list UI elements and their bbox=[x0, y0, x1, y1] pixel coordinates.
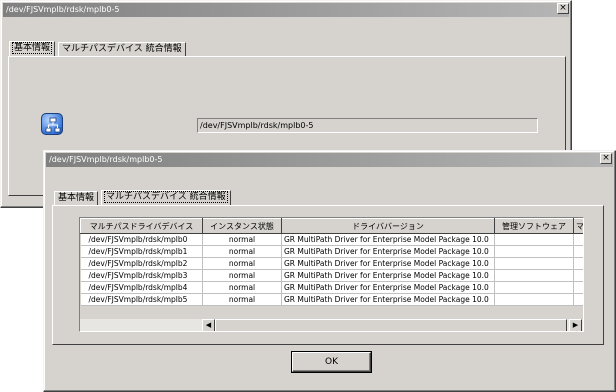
multipath-device-table: マルチパスドライバデバイス インスタンス状態 ドライババージョン 管理ソフトウェ… bbox=[79, 217, 584, 332]
scroll-right-button[interactable]: ▶ bbox=[569, 319, 582, 331]
front-window-title: /dev/FJSVmplb/rdsk/mplb0-5 bbox=[49, 155, 163, 164]
cell-state: normal bbox=[202, 233, 282, 246]
table-row[interactable]: /dev/FJSVmplb/rdsk/mplb4 normal GR Multi… bbox=[80, 281, 583, 294]
front-tab-multipath-info[interactable]: マルチパスデバイス 統合情報 bbox=[101, 190, 231, 205]
back-window-title: /dev/FJSVmplb/rdsk/mplb0-5 bbox=[6, 5, 120, 14]
ok-button[interactable]: OK bbox=[292, 352, 371, 372]
table-header-row: マルチパスドライバデバイス インスタンス状態 ドライババージョン 管理ソフトウェ… bbox=[80, 218, 583, 234]
back-window-close-button[interactable]: × bbox=[557, 3, 569, 14]
column-header-truncated[interactable]: マ bbox=[573, 218, 583, 234]
back-tab-basic-info-label: 基本情報 bbox=[11, 42, 53, 54]
cell-software bbox=[494, 281, 574, 294]
front-tab-basic-info-label: 基本情報 bbox=[58, 193, 95, 203]
cell-device: /dev/FJSVmplb/rdsk/mplb3 bbox=[80, 269, 203, 282]
cell-extra bbox=[573, 245, 583, 258]
back-tab-multipath-info[interactable]: マルチパスデバイス 統合情報 bbox=[58, 42, 186, 56]
back-tab-multipath-info-label: マルチパスデバイス 統合情報 bbox=[62, 44, 182, 54]
cell-extra bbox=[573, 269, 583, 282]
cell-state: normal bbox=[202, 257, 282, 270]
cell-software bbox=[494, 269, 574, 282]
cell-state: normal bbox=[202, 245, 282, 258]
cell-state: normal bbox=[202, 281, 282, 294]
cell-software bbox=[494, 257, 574, 270]
cell-software bbox=[494, 293, 574, 306]
cell-device: /dev/FJSVmplb/rdsk/mplb5 bbox=[80, 293, 203, 306]
cell-device: /dev/FJSVmplb/rdsk/mplb2 bbox=[80, 257, 203, 270]
column-header-instance-state[interactable]: インスタンス状態 bbox=[202, 218, 282, 234]
front-tab-multipath-info-label: マルチパスデバイス 統合情報 bbox=[104, 191, 228, 203]
cell-extra bbox=[573, 257, 583, 270]
cell-device: /dev/FJSVmplb/rdsk/mplb1 bbox=[80, 245, 203, 258]
scroll-left-button[interactable]: ◀ bbox=[202, 319, 215, 331]
cell-version: GR MultiPath Driver for Enterprise Model… bbox=[281, 281, 495, 294]
column-header-driver-version[interactable]: ドライババージョン bbox=[281, 218, 495, 234]
table-horizontal-scrollbar[interactable]: ◀ ▶ bbox=[80, 318, 583, 331]
cell-extra bbox=[573, 281, 583, 294]
scroll-thumb[interactable] bbox=[215, 319, 567, 331]
back-tab-basic-info[interactable]: 基本情報 bbox=[9, 41, 56, 56]
front-window: /dev/FJSVmplb/rdsk/mplb0-5 × 基本情報 マルチパスデ… bbox=[43, 150, 616, 392]
cell-version: GR MultiPath Driver for Enterprise Model… bbox=[281, 269, 495, 282]
cell-extra bbox=[573, 293, 583, 306]
column-header-management-software[interactable]: 管理ソフトウェア bbox=[494, 218, 574, 234]
front-window-titlebar[interactable]: /dev/FJSVmplb/rdsk/mplb0-5 bbox=[46, 153, 613, 167]
table-row[interactable]: /dev/FJSVmplb/rdsk/mplb0 normal GR Multi… bbox=[80, 233, 583, 246]
cell-state: normal bbox=[202, 293, 282, 306]
cell-extra bbox=[573, 233, 583, 246]
column-header-driver-device[interactable]: マルチパスドライバデバイス bbox=[80, 218, 203, 234]
table-row[interactable]: /dev/FJSVmplb/rdsk/mplb1 normal GR Multi… bbox=[80, 245, 583, 258]
cell-software bbox=[494, 233, 574, 246]
cell-version: GR MultiPath Driver for Enterprise Model… bbox=[281, 257, 495, 270]
cell-version: GR MultiPath Driver for Enterprise Model… bbox=[281, 293, 495, 306]
multipath-device-grid: マルチパスドライバデバイス インスタンス状態 ドライババージョン 管理ソフトウェ… bbox=[80, 218, 583, 306]
cell-software bbox=[494, 245, 574, 258]
table-row[interactable]: /dev/FJSVmplb/rdsk/mplb5 normal GR Multi… bbox=[80, 293, 583, 306]
cell-device: /dev/FJSVmplb/rdsk/mplb0 bbox=[80, 233, 203, 246]
table-row[interactable]: /dev/FJSVmplb/rdsk/mplb2 normal GR Multi… bbox=[80, 257, 583, 270]
back-window-titlebar[interactable]: /dev/FJSVmplb/rdsk/mplb0-5 bbox=[3, 3, 569, 17]
back-device-path-field: /dev/FJSVmplb/rdsk/mplb0-5 bbox=[197, 118, 538, 133]
front-tab-basic-info[interactable]: 基本情報 bbox=[54, 191, 99, 205]
multipath-device-icon bbox=[41, 113, 63, 135]
cell-device: /dev/FJSVmplb/rdsk/mplb4 bbox=[80, 281, 203, 294]
cell-version: GR MultiPath Driver for Enterprise Model… bbox=[281, 233, 495, 246]
cell-version: GR MultiPath Driver for Enterprise Model… bbox=[281, 245, 495, 258]
cell-state: normal bbox=[202, 269, 282, 282]
table-row[interactable]: /dev/FJSVmplb/rdsk/mplb3 normal GR Multi… bbox=[80, 269, 583, 282]
front-window-close-button[interactable]: × bbox=[600, 153, 612, 164]
